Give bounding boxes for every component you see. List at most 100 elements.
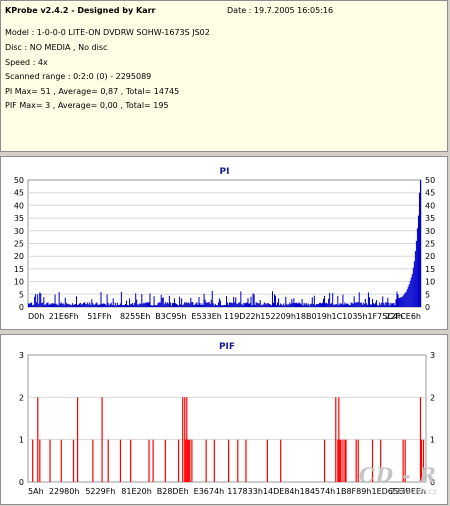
pi-bar [266,302,268,307]
pi-bar [217,302,219,307]
watermark: CD - R www.cdr.cz [359,463,437,496]
pi-bar [360,302,362,307]
pi-bar [119,303,121,307]
y-tick-label-right: 5 [425,290,430,299]
pi-bar [307,303,309,307]
pi-bar [88,304,90,307]
pi-bar [145,302,147,307]
pi-chart-panel: PI 0 0 5 5 10 10 15 15 20 20 25 25 30 30 35 35 40 40 45 45 50… [0,156,448,330]
pi-bar [274,294,276,307]
pi-bar [235,297,237,307]
pi-bar [284,305,286,307]
watermark-url: www.cdr.cz [391,487,437,496]
pi-bar [402,295,404,307]
pi-bar [40,293,42,307]
pi-bar [223,304,226,307]
pi-bar [161,297,163,307]
pi-bar [190,297,192,307]
pi-bar [393,303,395,307]
pi-bar [336,304,338,307]
pi-bar [344,302,346,307]
pi-bar [214,303,216,307]
pi-bar [227,302,229,307]
pi-bar [305,302,307,307]
pi-bar [320,303,322,307]
pi-bar [141,294,143,307]
pi-bar [183,304,185,307]
drive-model: Model : 1-0-0-0 LITE-ON DVDRW SOHW-1673S… [5,28,210,37]
scanned-range: Scanned range : 0:2:0 (0) - 2295089 [5,72,152,81]
y-tick-label-right: 45 [425,189,435,198]
pi-bar [209,303,211,307]
pi-bar [356,302,358,307]
pi-bar [63,304,65,307]
pi-bar [143,302,145,307]
pi-bar [160,294,162,307]
pif-bar [101,397,103,482]
pi-bar [272,302,275,307]
pi-bar [287,304,289,307]
pi-bar [330,303,332,307]
pi-bar [158,302,160,307]
pi-bar [310,303,312,307]
pi-bar [157,302,159,307]
y-tick-label-left: 5 [19,290,24,299]
pi-bar [342,294,344,307]
pi-bar [327,303,329,307]
y-tick-label-left: 10 [14,278,24,287]
scan-date: Date : 19.7.2005 16:05:16 [227,6,334,15]
pif-bar [245,439,247,482]
pi-bar [59,303,61,307]
pi-bar [362,302,364,307]
pi-bar [50,304,52,307]
pi-bar [293,298,295,307]
pi-bar [286,303,288,307]
pi-bar [334,304,336,307]
pi-bar [392,303,394,307]
pi-bar [80,303,82,307]
pi-bar [58,292,60,307]
pi-bar [232,303,234,307]
pi-bar [107,302,109,307]
pi-bar [150,305,152,307]
pi-bar [196,302,198,307]
pi-bar [315,304,317,307]
pi-bar [412,267,414,307]
pi-bar [134,302,136,307]
pi-bar [222,305,224,307]
pi-bar [93,304,95,307]
pi-bar [415,240,417,307]
pi-bar [133,304,135,307]
pi-bar [78,304,80,307]
pi-bar [165,303,167,307]
pi-bar [229,302,231,307]
pi-bar [77,305,79,307]
pi-bar [364,298,366,307]
pi-bar [62,303,64,307]
pi-bar [121,305,123,307]
y-tick-label-left: 35 [14,214,24,223]
pi-bar [225,305,227,307]
pi-bar [96,302,98,307]
pi-bar [30,303,32,307]
pi-bar [228,304,230,307]
pi-bar [174,303,177,307]
pi-bar [279,305,281,307]
pi-bar [170,305,172,307]
pi-bar [304,304,306,307]
pi-bar [366,304,368,307]
y-tick-label-left: 25 [14,240,24,249]
pi-bar [68,304,70,307]
pi-bar [34,296,36,307]
pi-summary: PI Max= 51 , Average= 0,87 , Total= 1474… [5,87,180,96]
pi-bar [405,291,407,307]
pi-bar [303,302,305,307]
pi-bar [348,305,350,307]
x-tick-label: D0h [28,312,44,321]
pi-bar [82,303,84,307]
pi-bar [408,284,410,307]
y-tick-label-right: 25 [425,240,435,249]
pi-bar [72,304,74,307]
pi-bar [162,297,164,307]
pi-bar [101,304,103,307]
